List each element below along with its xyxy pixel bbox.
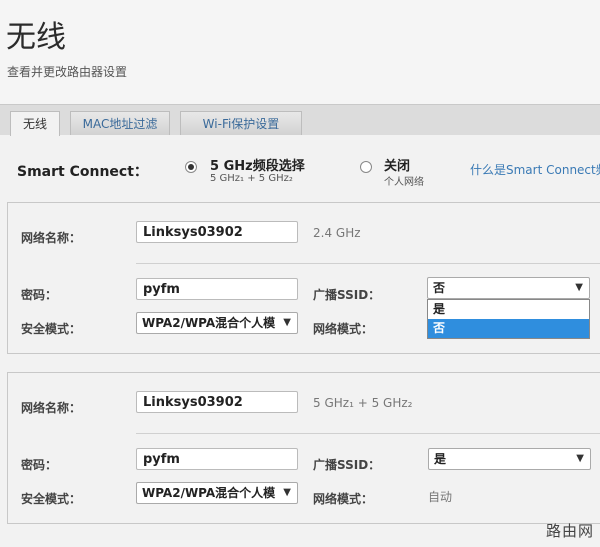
band-label: 2.4 GHz — [313, 226, 361, 240]
password-label: 密码： — [21, 288, 58, 302]
network-name-label: 网络名称： — [21, 231, 82, 245]
divider — [136, 433, 600, 434]
tab-wps[interactable]: Wi-Fi保护设置 — [180, 111, 302, 135]
radio-off[interactable] — [360, 161, 372, 173]
broadcast-ssid-value: 是 — [434, 452, 447, 466]
security-mode-select[interactable]: WPA2/WPA混合个人模 ▼ — [136, 312, 298, 334]
dropdown-option-no[interactable]: 否 — [428, 319, 589, 338]
network-panel-5ghz: 网络名称： Linksys03902 5 GHz₁ + 5 GHz₂ 密码： p… — [7, 372, 600, 524]
broadcast-ssid-select[interactable]: 否 ▼ — [427, 277, 590, 299]
smart-connect-help-link[interactable]: 什么是Smart Connect频 — [470, 161, 600, 178]
network-mode-label: 网络模式： — [313, 322, 374, 336]
network-name-input[interactable]: Linksys03902 — [136, 391, 298, 413]
option-off-title: 关闭 — [384, 159, 411, 174]
password-label: 密码： — [21, 458, 58, 472]
broadcast-ssid-label: 广播SSID： — [313, 458, 381, 472]
security-mode-value: WPA2/WPA混合个人模 — [142, 316, 276, 330]
radio-5ghz-band-select[interactable] — [185, 161, 197, 173]
smart-connect-label: Smart Connect： — [17, 164, 148, 180]
band-label: 5 GHz₁ + 5 GHz₂ — [313, 396, 413, 410]
tab-mac-filter[interactable]: MAC地址过滤 — [70, 111, 170, 135]
broadcast-ssid-select[interactable]: 是 ▼ — [428, 448, 591, 470]
option-5ghz-sub: 5 GHz₁ + 5 GHz₂ — [210, 173, 293, 184]
option-off-sub: 个人网络 — [384, 177, 424, 188]
broadcast-ssid-dropdown: 是 否 — [427, 299, 590, 339]
divider — [136, 263, 600, 264]
tab-bar: 无线 MAC地址过滤 Wi-Fi保护设置 — [0, 104, 600, 136]
security-mode-select[interactable]: WPA2/WPA混合个人模 ▼ — [136, 482, 298, 504]
chevron-down-icon: ▼ — [283, 317, 291, 328]
password-input[interactable]: pyfm — [136, 448, 298, 470]
network-name-label: 网络名称： — [21, 401, 82, 415]
security-mode-label: 安全模式： — [21, 492, 82, 506]
page-title: 无线 — [6, 20, 66, 55]
page-subtitle: 查看并更改路由器设置 — [7, 65, 128, 79]
watermark: 路由网 — [545, 522, 594, 540]
tab-wireless[interactable]: 无线 — [10, 111, 60, 136]
network-name-input[interactable]: Linksys03902 — [136, 221, 298, 243]
smart-connect-row: Smart Connect： 5 GHz频段选择 5 GHz₁ + 5 GHz₂… — [0, 150, 600, 190]
network-mode-label: 网络模式： — [313, 492, 374, 506]
password-input[interactable]: pyfm — [136, 278, 298, 300]
network-mode-value: 自动 — [428, 490, 453, 504]
header: 无线 查看并更改路由器设置 — [0, 0, 600, 104]
security-mode-value: WPA2/WPA混合个人模 — [142, 486, 276, 500]
option-5ghz-title: 5 GHz频段选择 — [210, 159, 305, 174]
dropdown-option-yes[interactable]: 是 — [428, 300, 589, 319]
chevron-down-icon: ▼ — [575, 282, 583, 293]
chevron-down-icon: ▼ — [576, 453, 584, 464]
chevron-down-icon: ▼ — [283, 487, 291, 498]
security-mode-label: 安全模式： — [21, 322, 82, 336]
broadcast-ssid-label: 广播SSID： — [313, 288, 381, 302]
broadcast-ssid-value: 否 — [433, 281, 446, 295]
